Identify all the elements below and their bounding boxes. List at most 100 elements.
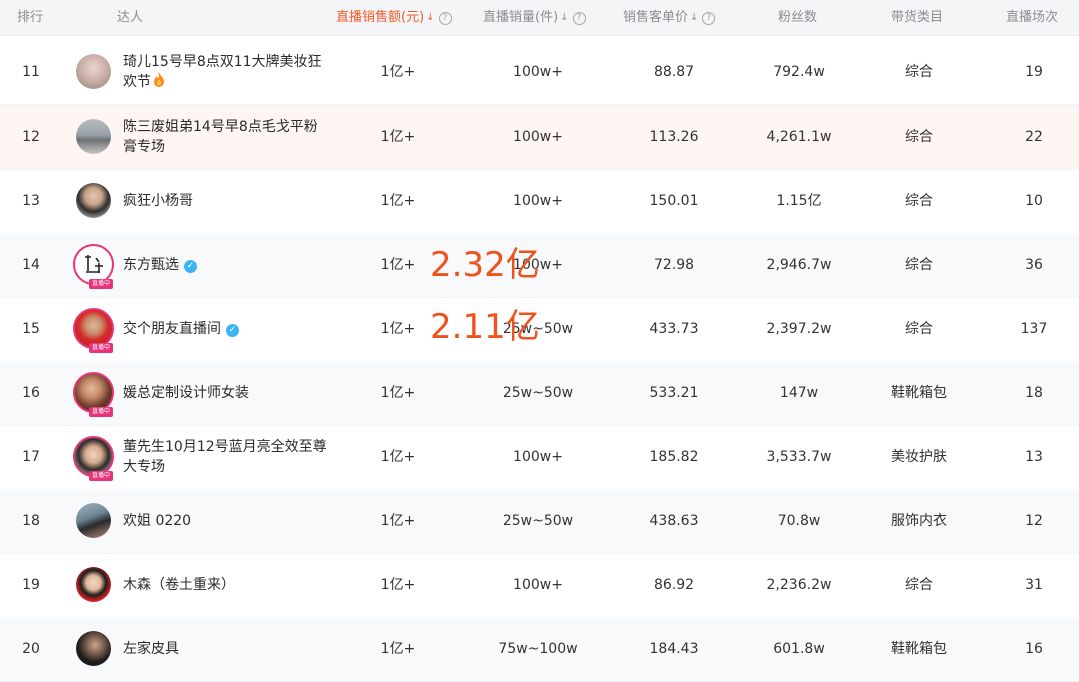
help-icon[interactable]: ? bbox=[702, 12, 716, 25]
avatar[interactable] bbox=[76, 567, 111, 602]
creator-name[interactable]: 木森（卷土重来） bbox=[123, 575, 328, 595]
volume-cell: 100w+ bbox=[513, 193, 563, 209]
creator-name[interactable]: 东方甄选 ✓ bbox=[123, 255, 328, 275]
avatar[interactable] bbox=[76, 54, 111, 89]
fans-cell: 2,236.2w bbox=[766, 577, 832, 593]
fans-cell: 1.15亿 bbox=[776, 193, 822, 209]
creator-name-text: 东方甄选 bbox=[123, 257, 179, 273]
col-creator-header: 达人 bbox=[117, 10, 144, 25]
table-row[interactable]: 18 欢姐 0220 1亿+ 25w~50w 438.63 70.8w 服饰内衣… bbox=[0, 489, 1079, 554]
fans-cell: 147w bbox=[779, 385, 819, 401]
shows-cell: 19 bbox=[1025, 64, 1043, 80]
table-row[interactable]: 12 陈三废姐弟14号早8点毛戈平粉 膏专场 1亿+ 100w+ 113.26 … bbox=[0, 105, 1079, 170]
annotation-row15: 2.11亿 bbox=[430, 307, 540, 347]
shows-cell: 12 bbox=[1025, 513, 1043, 529]
volume-cell: 100w+ bbox=[513, 129, 563, 145]
avatar[interactable] bbox=[76, 119, 111, 154]
rank-cell: 13 bbox=[22, 193, 40, 209]
avatar[interactable] bbox=[76, 503, 111, 538]
volume-cell: 25w~50w bbox=[502, 385, 574, 401]
col-sales-label: 直播销售额(元) bbox=[336, 10, 425, 25]
shows-cell: 31 bbox=[1025, 577, 1043, 593]
sales-cell: 1亿+ bbox=[380, 449, 416, 465]
sort-icon[interactable]: ↓ bbox=[560, 12, 568, 23]
table-row[interactable]: 11 琦儿15号早8点双11大牌美妆狂 欢节 1亿+ 100w+ 88.87 7… bbox=[0, 40, 1079, 105]
category-cell: 综合 bbox=[905, 64, 933, 80]
table-row[interactable]: 16 直播中 媛总定制设计师女装 1亿+ 25w~50w 533.21 147w… bbox=[0, 361, 1079, 426]
table-row[interactable]: 19 木森（卷土重来） 1亿+ 100w+ 86.92 2,236.2w 综合 … bbox=[0, 553, 1079, 618]
shows-cell: 22 bbox=[1025, 129, 1043, 145]
col-category-header: 带货类目 bbox=[891, 10, 944, 25]
rank-cell: 19 bbox=[22, 577, 40, 593]
creator-name[interactable]: 欢姐 0220 bbox=[123, 511, 328, 531]
fans-cell: 3,533.7w bbox=[766, 449, 832, 465]
creator-name-line2: 大专场 bbox=[123, 459, 165, 475]
table-row[interactable]: 20 左家皮具 1亿+ 75w~100w 184.43 601.8w 鞋靴箱包 … bbox=[0, 617, 1079, 682]
fans-cell: 4,261.1w bbox=[766, 129, 832, 145]
col-volume-label: 直播销量(件) bbox=[483, 10, 559, 25]
creator-name-line1: 董先生10月12号蓝月亮全效至尊 bbox=[123, 439, 327, 455]
col-shows-header: 直播场次 bbox=[1006, 10, 1059, 25]
col-price-label: 销售客单价 bbox=[623, 10, 689, 25]
sales-cell: 1亿+ bbox=[380, 641, 416, 657]
price-cell: 150.01 bbox=[649, 193, 699, 209]
rank-cell: 18 bbox=[22, 513, 40, 529]
price-cell: 185.82 bbox=[649, 449, 699, 465]
fans-cell: 2,946.7w bbox=[766, 257, 832, 273]
volume-cell: 75w~100w bbox=[498, 641, 578, 657]
live-badge: 直播中 bbox=[89, 279, 113, 289]
col-rank-header: 排行 bbox=[17, 10, 44, 25]
category-cell: 综合 bbox=[905, 129, 933, 145]
creator-name[interactable]: 疯狂小杨哥 bbox=[123, 191, 328, 211]
rank-cell: 20 bbox=[22, 641, 40, 657]
table-row[interactable]: 17 直播中 董先生10月12号蓝月亮全效至尊 大专场 1亿+ 100w+ 18… bbox=[0, 425, 1079, 490]
shows-cell: 10 bbox=[1025, 193, 1043, 209]
creator-name[interactable]: 董先生10月12号蓝月亮全效至尊 大专场 bbox=[123, 437, 328, 477]
creator-name[interactable]: 琦儿15号早8点双11大牌美妆狂 欢节 bbox=[123, 52, 328, 92]
fans-cell: 601.8w bbox=[773, 641, 825, 657]
avatar[interactable] bbox=[76, 183, 111, 218]
price-cell: 184.43 bbox=[649, 641, 699, 657]
price-cell: 88.87 bbox=[653, 64, 695, 80]
verified-icon: ✓ bbox=[226, 324, 239, 337]
rank-cell: 11 bbox=[22, 64, 40, 80]
sales-cell: 1亿+ bbox=[380, 129, 416, 145]
live-badge: 直播中 bbox=[89, 471, 113, 481]
category-cell: 综合 bbox=[905, 577, 933, 593]
category-cell: 鞋靴箱包 bbox=[891, 385, 947, 401]
col-volume-header[interactable]: 直播销量(件) ↓? bbox=[483, 0, 586, 35]
table-row[interactable]: 13 疯狂小杨哥 1亿+ 100w+ 150.01 1.15亿 综合 10 bbox=[0, 169, 1079, 234]
shows-cell: 16 bbox=[1025, 641, 1043, 657]
creator-name[interactable]: 交个朋友直播间 ✓ bbox=[123, 319, 328, 339]
price-cell: 433.73 bbox=[649, 321, 699, 337]
price-cell: 86.92 bbox=[653, 577, 695, 593]
creator-name[interactable]: 媛总定制设计师女装 bbox=[123, 383, 328, 403]
price-cell: 72.98 bbox=[653, 257, 695, 273]
shows-cell: 13 bbox=[1025, 449, 1043, 465]
fans-cell: 70.8w bbox=[777, 513, 821, 529]
logo-icon bbox=[85, 255, 103, 273]
price-cell: 438.63 bbox=[649, 513, 699, 529]
volume-cell: 25w~50w bbox=[502, 513, 574, 529]
creator-name-line2: 膏专场 bbox=[123, 139, 165, 155]
col-sales-header[interactable]: 直播销售额(元) ↓? bbox=[336, 0, 452, 35]
sort-icon[interactable]: ↓ bbox=[690, 12, 698, 23]
creator-name[interactable]: 左家皮具 bbox=[123, 639, 328, 659]
rank-cell: 14 bbox=[22, 257, 40, 273]
category-cell: 服饰内衣 bbox=[891, 513, 947, 529]
shows-cell: 18 bbox=[1025, 385, 1043, 401]
col-fans-header: 粉丝数 bbox=[778, 10, 818, 25]
help-icon[interactable]: ? bbox=[438, 12, 452, 25]
sort-desc-icon[interactable]: ↓ bbox=[426, 12, 434, 23]
category-cell: 综合 bbox=[905, 193, 933, 209]
avatar[interactable] bbox=[76, 631, 111, 666]
creator-name[interactable]: 陈三废姐弟14号早8点毛戈平粉 膏专场 bbox=[123, 117, 328, 157]
sales-cell: 1亿+ bbox=[380, 577, 416, 593]
rank-cell: 17 bbox=[22, 449, 40, 465]
category-cell: 综合 bbox=[905, 257, 933, 273]
price-cell: 113.26 bbox=[649, 129, 699, 145]
shows-cell: 36 bbox=[1025, 257, 1043, 273]
help-icon[interactable]: ? bbox=[572, 12, 586, 25]
fire-icon bbox=[154, 72, 164, 87]
col-price-header[interactable]: 销售客单价 ↓? bbox=[623, 0, 716, 35]
